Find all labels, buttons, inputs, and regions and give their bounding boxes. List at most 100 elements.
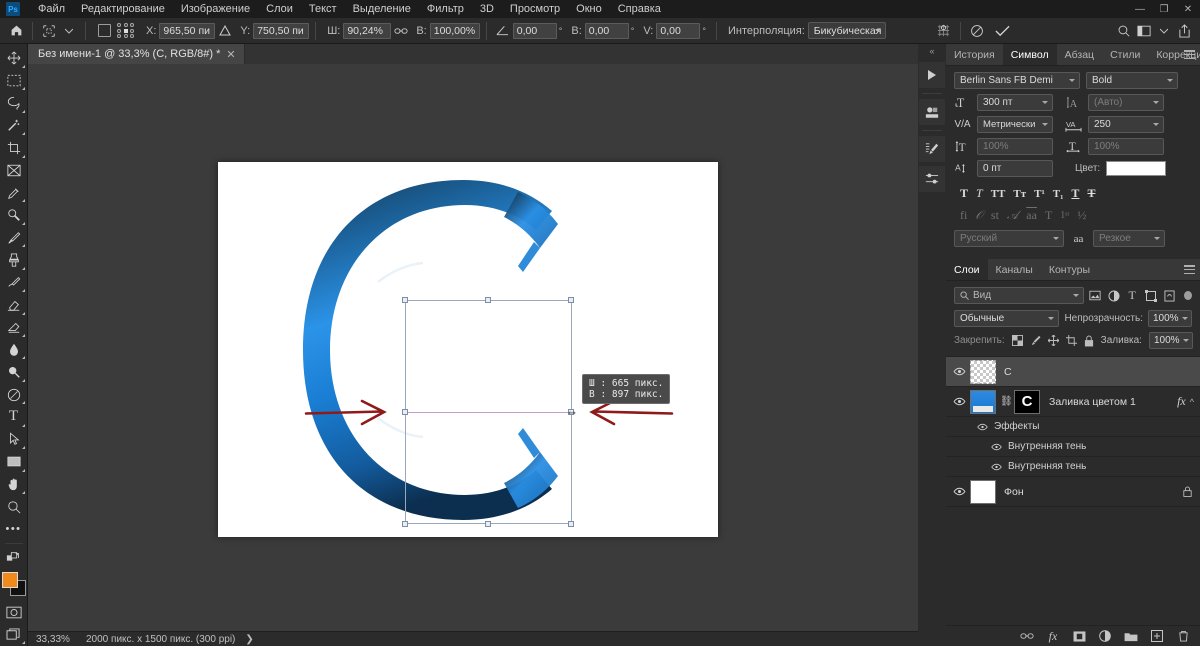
strikethrough-button[interactable]: T	[1087, 186, 1095, 201]
y-input[interactable]: 750,50 пи	[253, 22, 310, 39]
menu-window[interactable]: Окно	[568, 0, 610, 18]
layer-thumbnail[interactable]	[970, 359, 996, 384]
cancel-transform-icon[interactable]	[967, 21, 987, 41]
width-input[interactable]: 90,24%	[343, 22, 392, 39]
layer-name[interactable]: C	[1000, 366, 1200, 378]
panel-menu-icon[interactable]	[1184, 50, 1195, 59]
gradient-tool[interactable]	[1, 316, 27, 338]
panel-menu-icon[interactable]	[1184, 265, 1195, 274]
height-input[interactable]: 100,00%	[429, 22, 480, 39]
frame-tool[interactable]	[1, 159, 27, 181]
lock-position-icon[interactable]	[1047, 335, 1059, 346]
type-filter-icon[interactable]: T	[1125, 287, 1139, 304]
new-layer-icon[interactable]	[1150, 629, 1164, 643]
effect-row-inner-shadow-2[interactable]: Внутренняя тень	[946, 457, 1200, 477]
horizontal-type-tool[interactable]: T	[1, 406, 27, 428]
transform-handle-tc[interactable]	[485, 297, 491, 303]
share-icon[interactable]	[1174, 21, 1194, 41]
superscript-button[interactable]: T¹	[1034, 188, 1045, 200]
language-select[interactable]: Русский	[954, 230, 1064, 247]
bold-button[interactable]: T	[960, 186, 968, 201]
fill-input[interactable]: 100%	[1148, 332, 1193, 349]
standard-ligatures-button[interactable]: fi	[960, 208, 967, 223]
rectangular-marquee-tool[interactable]	[1, 69, 27, 91]
tab-character[interactable]: Символ	[1002, 44, 1057, 65]
tool-preset-chevron-icon[interactable]	[59, 21, 79, 41]
menu-view[interactable]: Просмотр	[502, 0, 568, 18]
vertical-scale-input[interactable]: 100%	[977, 138, 1053, 155]
menu-image[interactable]: Изображение	[173, 0, 258, 18]
quick-mask-icon[interactable]	[1, 601, 27, 623]
layer-name[interactable]: Заливка цветом 1	[1045, 396, 1177, 408]
menu-filter[interactable]: Фильтр	[419, 0, 472, 18]
minimize-icon[interactable]: —	[1128, 0, 1152, 18]
zoom-level[interactable]: 33,33%	[28, 634, 74, 645]
default-colors-icon[interactable]	[1, 547, 27, 569]
transform-handle-tr[interactable]	[568, 297, 574, 303]
effect-row-inner-shadow-1[interactable]: Внутренняя тень	[946, 437, 1200, 457]
new-group-icon[interactable]	[1124, 629, 1138, 643]
swash-button[interactable]: 𝒜	[1007, 208, 1018, 223]
new-adjustment-layer-icon[interactable]	[1098, 629, 1112, 643]
filter-toggle-switch[interactable]	[1184, 291, 1192, 300]
color-swatches[interactable]	[1, 571, 26, 596]
link-layers-icon[interactable]	[1020, 629, 1034, 643]
angle-input[interactable]: 0,00	[512, 22, 557, 39]
layer-thumbnail[interactable]	[970, 389, 996, 414]
lock-all-icon[interactable]	[1084, 335, 1094, 347]
layer-visibility-toggle[interactable]	[948, 487, 970, 496]
transform-handle-bl[interactable]	[402, 521, 408, 527]
italic-button[interactable]: T	[976, 186, 983, 201]
link-icon[interactable]	[391, 21, 411, 41]
constrain-checkbox[interactable]	[98, 24, 111, 37]
leading-select[interactable]: (Авто)	[1088, 94, 1164, 111]
titling-alternates-button[interactable]: T	[1045, 208, 1052, 223]
menu-edit[interactable]: Редактирование	[73, 0, 173, 18]
effect-visibility-toggle[interactable]	[946, 443, 1008, 451]
layer-row-c[interactable]: C	[946, 357, 1200, 387]
anti-alias-select[interactable]: Резкое	[1093, 230, 1165, 247]
play-actions-icon[interactable]	[919, 62, 945, 88]
lock-artboard-icon[interactable]	[1065, 335, 1077, 346]
tab-styles[interactable]: Стили	[1102, 44, 1148, 65]
layer-visibility-toggle[interactable]	[948, 367, 970, 376]
blend-mode-select[interactable]: Обычные	[954, 310, 1060, 327]
libraries-icon[interactable]	[919, 99, 945, 125]
reference-point-grid[interactable]	[117, 23, 135, 38]
menu-3d[interactable]: 3D	[472, 0, 502, 18]
screen-mode-icon[interactable]	[1, 624, 27, 646]
lock-transparency-icon[interactable]	[1011, 335, 1023, 346]
oldstyle-button[interactable]: aa	[1026, 208, 1037, 223]
clone-stamp-tool[interactable]	[1, 249, 27, 271]
menu-select[interactable]: Выделение	[345, 0, 419, 18]
layer-row-background[interactable]: Фон	[946, 477, 1200, 507]
dodge-tool[interactable]	[1, 361, 27, 383]
restore-icon[interactable]: ❐	[1152, 0, 1176, 18]
skew-h-input[interactable]: 0,00	[584, 22, 629, 39]
small-caps-button[interactable]: Tт	[1013, 188, 1026, 200]
transform-handle-br[interactable]	[568, 521, 574, 527]
blur-tool[interactable]	[1, 338, 27, 360]
spot-healing-brush-tool[interactable]	[1, 204, 27, 226]
transform-handle-tl[interactable]	[402, 297, 408, 303]
kerning-select[interactable]: Метрически	[977, 116, 1053, 133]
edit-toolbar-button[interactable]: •••	[1, 518, 27, 540]
adjustment-filter-icon[interactable]	[1106, 287, 1120, 304]
document-tab[interactable]: Без имени-1 @ 33,3% (C, RGB/8#) * ✕	[28, 44, 245, 64]
eraser-tool[interactable]	[1, 294, 27, 316]
interpolation-select[interactable]: Бикубическая	[807, 22, 886, 39]
x-input[interactable]: 965,50 пи	[159, 22, 216, 39]
lock-image-icon[interactable]	[1030, 335, 1041, 346]
all-caps-button[interactable]: TT	[991, 188, 1006, 200]
ordinals-button[interactable]: 1ˢᵗ	[1060, 210, 1069, 221]
layer-row-color-fill[interactable]: ⛓ C Заливка цветом 1 fx ^	[946, 387, 1200, 417]
lasso-tool[interactable]	[1, 92, 27, 114]
delete-layer-icon[interactable]	[1176, 629, 1190, 643]
layer-visibility-toggle[interactable]	[948, 397, 970, 406]
transform-handle-bc[interactable]	[485, 521, 491, 527]
baseline-shift-input[interactable]: 0 пт	[977, 160, 1053, 177]
collapse-panels-icon[interactable]: «	[918, 44, 946, 58]
warp-icon[interactable]	[934, 21, 954, 41]
font-family-select[interactable]: Berlin Sans FB Demi	[954, 72, 1080, 89]
free-transform-icon[interactable]	[39, 21, 59, 41]
